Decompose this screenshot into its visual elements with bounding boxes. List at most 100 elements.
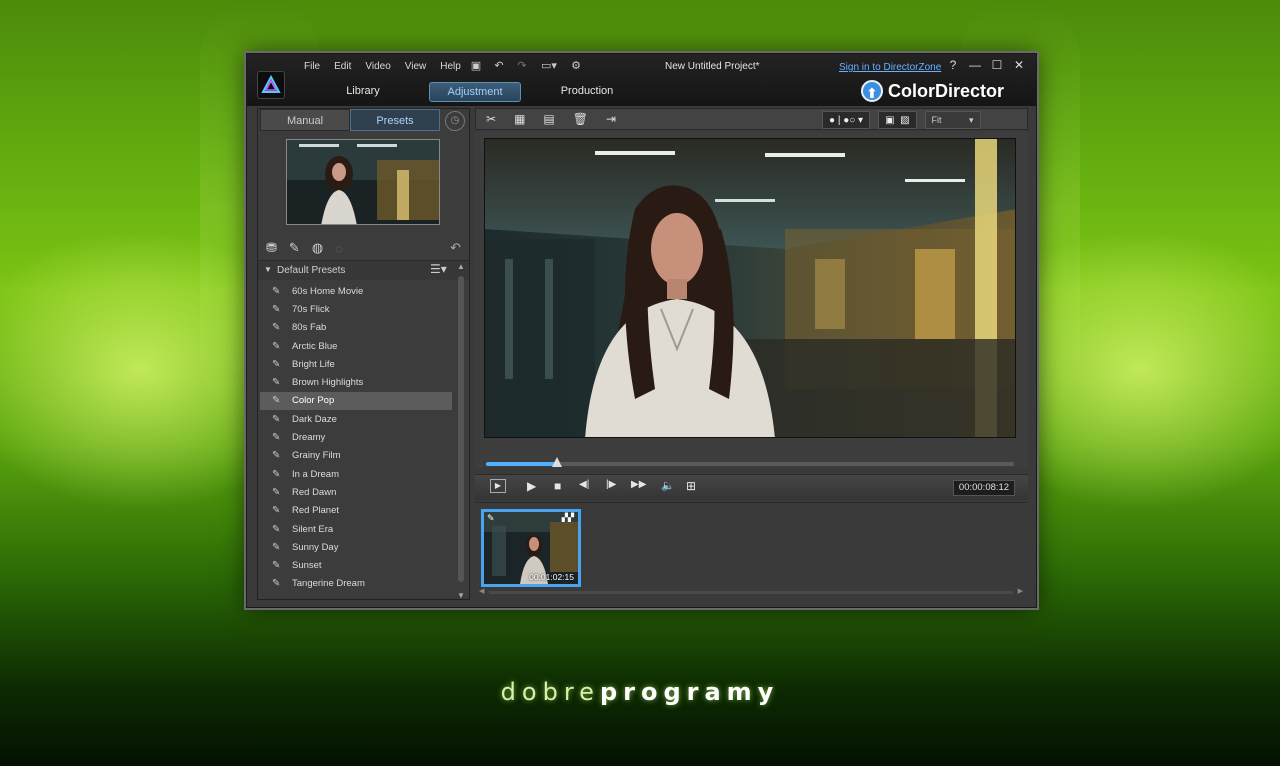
preset-item[interactable]: ✎ Dark Daze (260, 410, 452, 428)
preset-item[interactable]: ✎ Red Dawn (260, 483, 452, 501)
redo-icon[interactable]: ↷ (515, 59, 529, 72)
merge-icon[interactable]: ▤ (543, 112, 554, 126)
preset-item[interactable]: ✎ Arctic Blue (260, 337, 452, 355)
tab-library[interactable]: Library (317, 82, 409, 102)
previous-frame-icon[interactable]: ◀| (579, 479, 589, 490)
history-icon[interactable]: ◷ (445, 111, 465, 131)
tab-manual[interactable]: Manual (260, 109, 350, 131)
tab-production[interactable]: Production (541, 82, 633, 102)
split-view-icon[interactable]: ▨ (900, 115, 909, 126)
filmstrip-scrollbar[interactable]: ◀ ▶ (479, 587, 1023, 597)
compare-view-toggle[interactable]: ● | ●○ ▾ (822, 111, 871, 129)
view-tools: ● | ●○ ▾ ▣ ▨ Fit ▾ (822, 111, 981, 129)
undo-icon[interactable]: ↶ (492, 59, 506, 72)
menu-edit[interactable]: Edit (327, 61, 358, 72)
preset-item[interactable]: ✎ Brown Highlights (260, 373, 452, 391)
seek-handle[interactable] (552, 457, 563, 467)
preset-label: Dark Daze (292, 413, 337, 425)
window-controls: ? — ☐ ✕ (947, 58, 1025, 72)
preset-label: 70s Flick (292, 303, 330, 315)
preset-pen-icon: ✎ (272, 432, 281, 444)
scroll-up-icon[interactable]: ▲ (457, 262, 465, 271)
preset-item[interactable]: ✎ In a Dream (260, 465, 452, 483)
volume-icon[interactable]: 🔈 (661, 479, 675, 492)
app-logo-icon[interactable] (257, 71, 285, 99)
scroll-right-icon[interactable]: ▶ (1018, 587, 1023, 595)
preset-pen-icon: ✎ (272, 285, 281, 297)
close-icon[interactable]: ✕ (1013, 58, 1025, 72)
tab-presets[interactable]: Presets (350, 109, 440, 131)
add-preset-icon[interactable]: ✎ (289, 240, 300, 256)
upload-preset-icon[interactable]: ◌ (335, 241, 343, 256)
import-preset-icon[interactable]: ⛃ (266, 240, 277, 256)
menu-view[interactable]: View (398, 61, 434, 72)
menu-bar: File Edit Video View Help (297, 61, 468, 72)
preview-mode-icon[interactable]: ▶ (490, 479, 506, 493)
single-view-icon[interactable]: ▣ (885, 115, 894, 126)
zoom-value: Fit (931, 115, 942, 125)
collapse-icon[interactable]: ▼ (264, 265, 272, 274)
view-mode-buttons[interactable]: ▣ ▨ (878, 111, 917, 129)
preset-item[interactable]: ✎ Tangerine Dream (260, 575, 452, 593)
scroll-thumb[interactable] (458, 276, 464, 582)
help-icon[interactable]: ? (947, 58, 959, 72)
reset-undo-icon[interactable]: ↶ (450, 240, 461, 256)
preset-label: 60s Home Movie (292, 285, 364, 297)
preset-item[interactable]: ✎ 70s Flick (260, 300, 452, 318)
snapshot-icon[interactable]: ⊞ (686, 479, 696, 493)
product-brand: ⬆ ColorDirector (861, 80, 1004, 102)
cut-icon[interactable]: ✂ (486, 112, 496, 126)
scroll-left-icon[interactable]: ◀ (479, 587, 484, 595)
seek-bar[interactable] (475, 456, 1028, 476)
video-clip-thumbnail[interactable]: ✎ ▞▞ 00:01:02:15 (481, 509, 581, 587)
split-icon[interactable]: ▦ (514, 112, 525, 126)
preset-label: Bright Life (292, 358, 335, 370)
fast-forward-icon[interactable]: ▶▶ (631, 479, 646, 490)
preset-item[interactable]: ✎ Red Planet (260, 502, 452, 520)
tab-adjustment[interactable]: Adjustment (429, 82, 521, 102)
display-icon[interactable]: ▭▾ (538, 59, 560, 72)
scroll-down-icon[interactable]: ▼ (457, 591, 465, 600)
upgrade-arrow-icon[interactable]: ⬆ (861, 80, 883, 102)
video-preview[interactable] (484, 138, 1016, 438)
maximize-icon[interactable]: ☐ (991, 58, 1003, 72)
preset-label: Tangerine Dream (292, 578, 365, 590)
stop-icon[interactable]: ■ (554, 479, 561, 493)
download-preset-icon[interactable]: ◍ (312, 240, 323, 256)
preset-item[interactable]: ✎ Bright Life (260, 355, 452, 373)
preset-toolbar: ⛃ ✎ ◍ ◌ ↶ (258, 237, 469, 259)
panel-tabs: Manual Presets (260, 109, 440, 131)
menu-file[interactable]: File (297, 61, 327, 72)
save-icon[interactable]: ▣ (469, 59, 483, 72)
preset-label: Dreamy (292, 432, 326, 444)
preset-pen-icon: ✎ (272, 505, 281, 517)
watermark-bold: programy (599, 678, 780, 706)
export-icon[interactable]: ⇥ (606, 112, 616, 126)
filmstrip-scroll-track[interactable] (489, 591, 1013, 594)
delete-icon[interactable]: 🗑 (573, 112, 588, 126)
app-window: File Edit Video View Help ▣ ↶ ↷ ▭▾ ⚙ New… (246, 53, 1037, 608)
preset-item[interactable]: ✎ Dreamy (260, 428, 452, 446)
preset-label: Silent Era (292, 523, 334, 535)
preset-item[interactable]: ✎ Silent Era (260, 520, 452, 538)
seek-track[interactable] (486, 457, 1014, 467)
preset-item[interactable]: ✎ 60s Home Movie (260, 282, 452, 300)
preset-label: Brown Highlights (292, 377, 364, 389)
settings-icon[interactable]: ⚙ (569, 59, 583, 72)
preset-item[interactable]: ✎ Sunny Day (260, 538, 452, 556)
menu-help[interactable]: Help (433, 61, 468, 72)
sign-in-link[interactable]: Sign in to DirectorZone (839, 62, 941, 73)
preset-item[interactable]: ✎ Grainy Film (260, 447, 452, 465)
preset-item[interactable]: ✎ 80s Fab (260, 319, 452, 337)
preset-group-header[interactable]: ▼ Default Presets ☰▾ (258, 260, 469, 280)
menu-video[interactable]: Video (358, 61, 397, 72)
minimize-icon[interactable]: — (969, 58, 981, 72)
preset-item[interactable]: ✎ Sunset (260, 556, 452, 574)
next-frame-icon[interactable]: |▶ (606, 479, 616, 490)
project-title: New Untitled Project* (665, 61, 760, 72)
list-menu-icon[interactable]: ☰▾ (430, 262, 447, 276)
zoom-select[interactable]: Fit ▾ (924, 111, 981, 129)
preset-scrollbar[interactable]: ▲ ▼ (455, 262, 467, 600)
play-icon[interactable]: ▶ (527, 479, 536, 493)
preset-item[interactable]: ✎ Color Pop (260, 391, 452, 411)
